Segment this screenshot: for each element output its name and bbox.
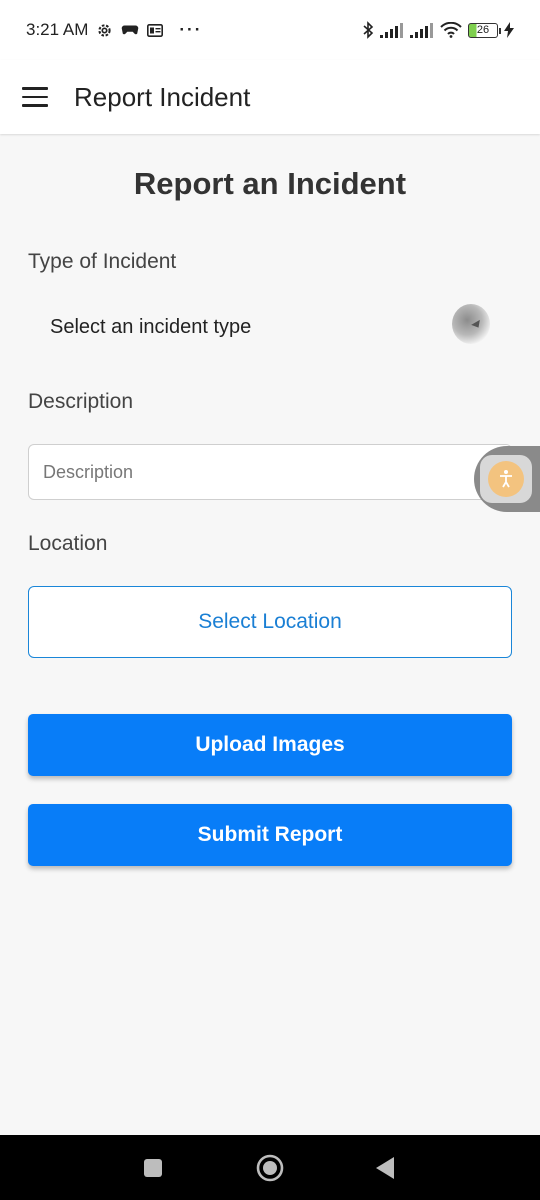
status-bar: 3:21 AM ··· 26 <box>0 0 540 60</box>
accessibility-floating-button[interactable] <box>474 446 540 512</box>
status-time: 3:21 AM <box>26 20 89 39</box>
charging-bolt-icon <box>504 22 514 38</box>
status-right: 26 <box>362 21 514 39</box>
battery-level: 26 <box>476 24 490 36</box>
submit-report-button[interactable]: Submit Report <box>28 804 512 866</box>
signal-icon <box>380 22 404 38</box>
select-location-button[interactable]: Select Location <box>28 586 512 658</box>
recents-square-icon[interactable] <box>143 1158 163 1178</box>
bluetooth-icon <box>362 21 374 39</box>
accessibility-person-icon <box>488 461 524 497</box>
wifi-icon <box>440 22 462 38</box>
incident-type-selected-value: Select an incident type <box>50 315 252 338</box>
description-label: Description <box>28 390 134 413</box>
hamburger-menu-icon[interactable] <box>22 87 48 107</box>
app-bar: Report Incident <box>0 60 540 134</box>
dropdown-arrow-icon[interactable] <box>452 304 490 344</box>
battery-icon: 26 <box>468 22 501 38</box>
settings-gear-icon <box>96 22 113 39</box>
home-circle-icon[interactable] <box>256 1154 284 1182</box>
system-navigation-bar <box>0 1135 540 1200</box>
upload-images-button[interactable]: Upload Images <box>28 714 512 776</box>
page-title: Report an Incident <box>133 166 407 201</box>
screen: 3:21 AM ··· 26 Report Incident Report an… <box>0 0 540 1200</box>
status-left: 3:21 AM ··· <box>26 20 202 40</box>
incident-type-picker[interactable]: Select an incident type <box>28 296 512 358</box>
more-notifications-indicator: ··· <box>179 20 203 39</box>
app-title: Report Incident <box>74 81 251 112</box>
id-card-icon <box>147 23 164 37</box>
incident-type-label: Type of Incident <box>28 250 177 273</box>
description-input[interactable] <box>28 444 512 500</box>
location-label: Location <box>28 532 108 555</box>
gamepad-icon <box>121 24 139 36</box>
back-triangle-icon[interactable] <box>375 1156 395 1180</box>
accessibility-button-inner <box>480 455 532 503</box>
signal-icon <box>410 22 434 38</box>
